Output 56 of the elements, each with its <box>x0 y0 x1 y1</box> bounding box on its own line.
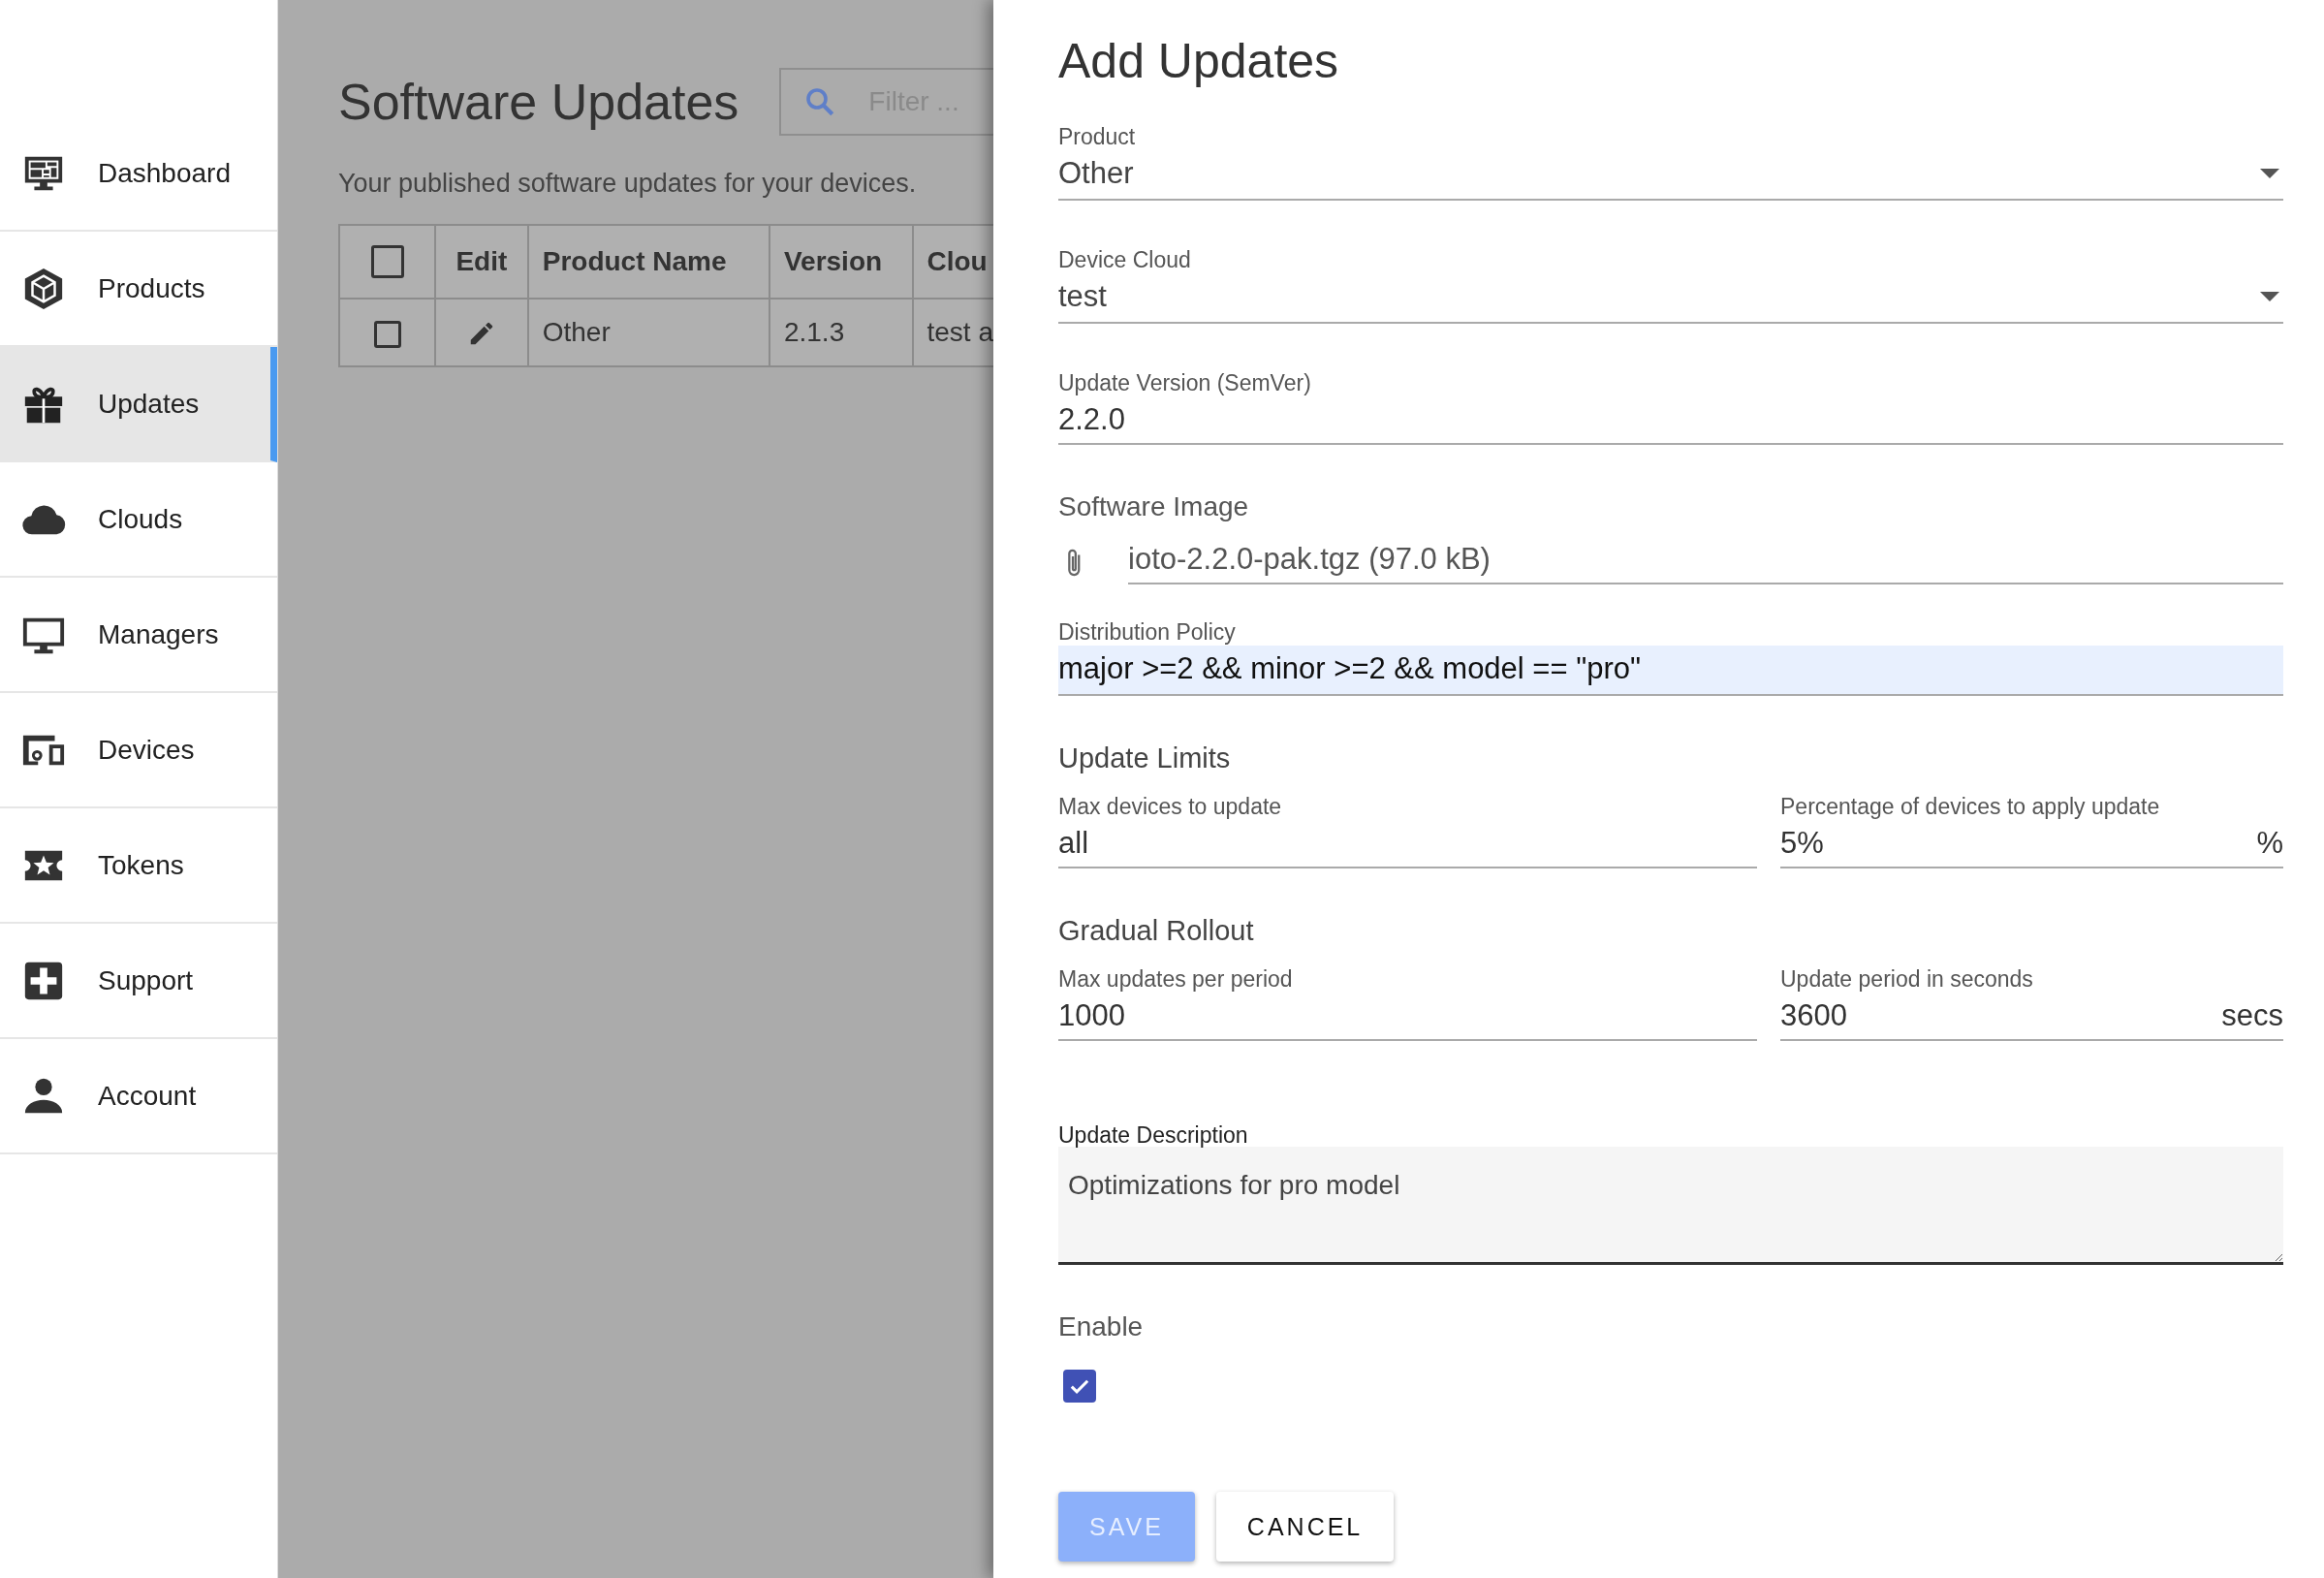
section-heading: Update Limits <box>1058 742 1232 774</box>
field-label: Product <box>1058 124 1137 150</box>
field-label: Software Image <box>1058 491 1250 522</box>
checkbox[interactable] <box>1063 1370 1096 1403</box>
input-field[interactable]: 1000 <box>1058 998 1757 1033</box>
section-heading: Gradual Rollout <box>1058 915 1255 947</box>
page-title: Software Updates <box>338 73 739 131</box>
field-label: Update Description <box>1058 1122 1249 1149</box>
input-field[interactable]: 3600 <box>1780 998 2222 1033</box>
field-label: Max devices to update <box>1058 794 1283 820</box>
column-header[interactable]: Version <box>769 225 913 299</box>
nav-item[interactable]: Clouds <box>0 462 277 578</box>
nav-item[interactable]: Support <box>0 924 277 1039</box>
table-cell: 2.1.3 <box>769 299 913 366</box>
column-header[interactable]: Product Name <box>527 225 769 299</box>
column-header[interactable]: Edit <box>435 225 528 299</box>
nav-label: Tokens <box>98 849 184 881</box>
dropdown[interactable]: Other <box>1058 156 2283 201</box>
checkbox[interactable] <box>373 320 401 348</box>
cancel-button[interactable]: CANCEL <box>1215 1492 1395 1562</box>
page-subtitle: Your published software updates for your devices. <box>338 169 918 199</box>
unit-label: % <box>2256 826 2283 861</box>
input-field[interactable]: 2.2.0 <box>1058 402 2283 437</box>
nav-item[interactable]: Updates <box>0 347 277 462</box>
caret-icon <box>2260 292 2279 301</box>
nav-label: Dashboard <box>98 157 231 189</box>
dropdown[interactable]: test <box>1058 279 2283 324</box>
input-field[interactable]: 5% <box>1780 826 2257 861</box>
nav-label: Products <box>98 272 205 304</box>
checkbox[interactable] <box>370 245 404 279</box>
nav-item[interactable]: Account <box>0 1039 277 1154</box>
nav-label: Account <box>98 1080 197 1112</box>
nav-item[interactable]: Tokens <box>0 808 277 924</box>
file-field[interactable]: ioto-2.2.0-pak.tgz (97.0 kB) <box>1128 542 2283 577</box>
caret-icon <box>2260 169 2279 178</box>
field-label: Enable <box>1058 1311 1145 1342</box>
table-cell: Other <box>527 299 769 366</box>
field-label: Device Cloud <box>1058 247 1192 273</box>
textarea[interactable]: Optimizations for pro model <box>1058 1147 2283 1265</box>
input-field[interactable]: all <box>1058 826 1757 861</box>
field-label: Distribution Policy <box>1058 619 1237 646</box>
field-label: Update period in seconds <box>1780 966 2034 993</box>
nav-label: Support <box>98 964 194 996</box>
nav-item[interactable]: Managers <box>0 578 277 693</box>
nav-label: Clouds <box>98 503 183 535</box>
field-label: Percentage of devices to apply update <box>1780 794 2161 820</box>
nav-item[interactable]: Dashboard <box>0 116 277 232</box>
field-label: Update Version (SemVer) <box>1058 370 1312 396</box>
field-label: Max updates per period <box>1058 966 1294 993</box>
drawer-title: Add Updates <box>1058 33 1340 89</box>
nav-item[interactable]: Devices <box>0 693 277 808</box>
nav-label: Devices <box>98 734 195 766</box>
unit-label: secs <box>2221 998 2283 1033</box>
nav-label: Managers <box>98 618 219 650</box>
nav-label: Updates <box>98 388 200 420</box>
input-field[interactable]: major >=2 && minor >=2 && model == "pro" <box>1058 646 2283 696</box>
